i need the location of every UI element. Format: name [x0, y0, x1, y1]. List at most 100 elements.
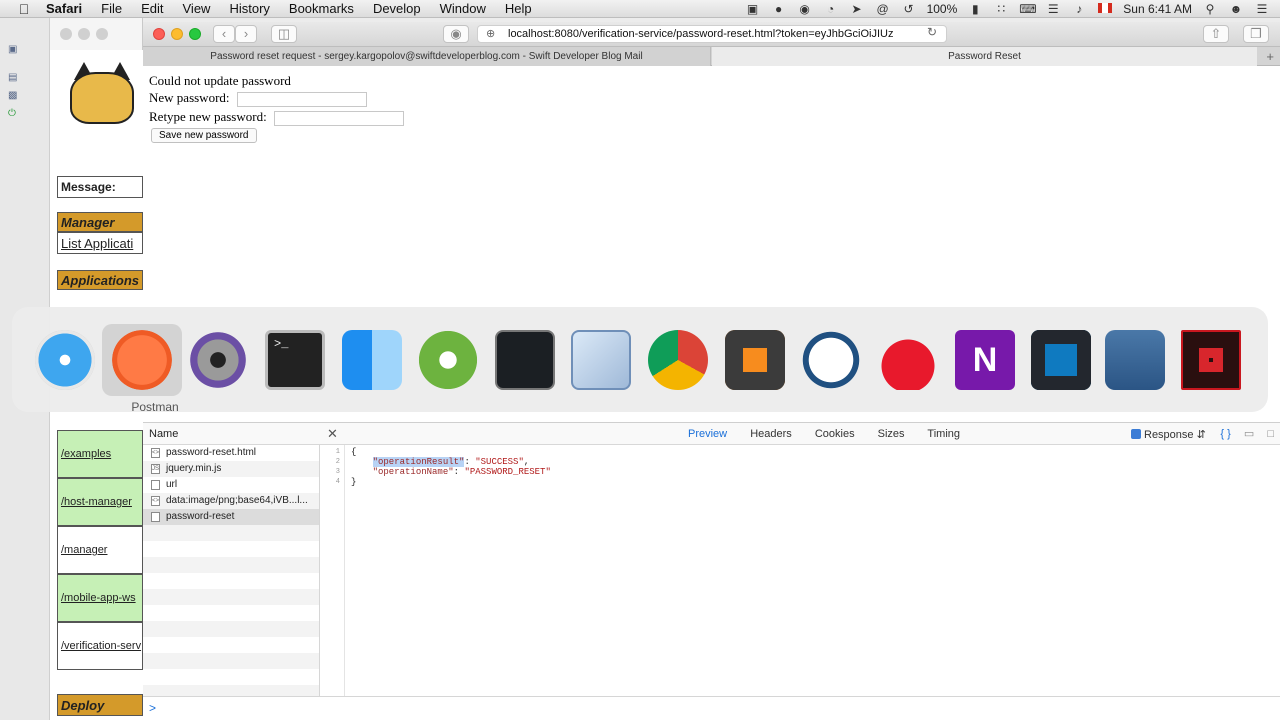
app-virtualbox-icon[interactable] — [568, 327, 634, 393]
spiral-icon[interactable]: @ — [875, 3, 891, 15]
apple-menu-icon[interactable]:  — [16, 1, 32, 17]
menu-help[interactable]: Help — [505, 1, 532, 16]
volume-icon[interactable]: ♪ — [1071, 3, 1087, 15]
share-button[interactable]: ⇧ — [1203, 25, 1229, 43]
tab-mail[interactable]: Password reset request - sergey.kargopol… — [143, 47, 711, 66]
app-link-mobile-app-ws[interactable]: /mobile-app-ws — [57, 574, 143, 622]
sidebar-icon[interactable]: ▤ — [8, 72, 17, 83]
new-password-label: New password: — [149, 90, 230, 105]
sidebar-toggle-button[interactable]: ◫ — [271, 25, 297, 43]
list-item[interactable]: password-reset — [143, 509, 319, 525]
time-machine-icon[interactable]: ↺ — [901, 3, 917, 15]
menu-history[interactable]: History — [229, 1, 269, 16]
tab-cookies[interactable]: Cookies — [815, 428, 855, 440]
app-sublime-text-icon[interactable] — [722, 327, 788, 393]
app-status-icon[interactable]: ● — [771, 3, 787, 15]
app-activity-monitor-icon[interactable] — [492, 327, 558, 393]
app-safari-icon[interactable] — [32, 327, 98, 393]
keyboard-icon[interactable]: ⌨ — [1019, 3, 1036, 15]
json-preview[interactable]: { "operationResult": "SUCCESS", "operati… — [351, 447, 551, 487]
app-finder-icon[interactable] — [339, 327, 405, 393]
close-window-button[interactable] — [153, 28, 165, 40]
save-new-password-button[interactable]: Save new password — [151, 128, 257, 143]
image-file-icon: <> — [151, 496, 160, 506]
wifi-icon[interactable]: ☰ — [1045, 3, 1061, 15]
line-number: 4 — [335, 478, 340, 486]
app-final-cut-pro-icon[interactable] — [185, 327, 251, 393]
menu-view[interactable]: View — [183, 1, 211, 16]
add-bookmark-icon[interactable]: ⊕ — [486, 26, 495, 42]
app-teakettle-icon[interactable] — [875, 327, 941, 393]
menu-develop[interactable]: Develop — [373, 1, 421, 16]
new-password-field[interactable] — [236, 91, 367, 107]
menu-window[interactable]: Window — [440, 1, 486, 16]
list-item[interactable]: <> password-reset.html — [143, 445, 319, 461]
input-source-flag-icon[interactable] — [1097, 3, 1113, 15]
list-item[interactable]: <> data:image/png;base64,iVB...l... — [143, 493, 319, 509]
network-icon[interactable]: ▩ — [8, 90, 17, 101]
forward-button[interactable]: › — [235, 25, 257, 43]
bluetooth-icon[interactable]: ∷ — [993, 3, 1009, 15]
traffic-lights — [153, 28, 207, 43]
app-spring-tool-suite-icon[interactable] — [415, 327, 481, 393]
web-inspector: Name ✕ Preview Headers Cookies Sizes Tim… — [143, 422, 1280, 720]
address-bar[interactable]: ⊕ localhost:8080/verification-service/pa… — [477, 25, 947, 43]
pretty-print-icon[interactable]: { } — [1220, 428, 1230, 440]
tab-password-reset[interactable]: Password Reset — [712, 47, 1257, 66]
app-visual-studio-code-icon[interactable] — [1028, 327, 1094, 393]
user-icon[interactable]: ☻ — [1228, 3, 1244, 15]
tab-timing[interactable]: Timing — [927, 428, 960, 440]
app-link-examples[interactable]: /examples — [57, 430, 143, 478]
battery-icon[interactable]: ▮ — [967, 3, 983, 15]
resource-name: url — [166, 479, 178, 490]
app-adobe-acrobat-icon[interactable] — [1178, 327, 1244, 393]
error-message: Could not update password — [149, 73, 291, 88]
list-applications-link[interactable]: List Applicati — [57, 232, 143, 254]
response-selector[interactable]: Response ⇵ — [1131, 428, 1206, 441]
show-tabs-button[interactable]: ❐ — [1243, 25, 1269, 43]
menu-edit[interactable]: Edit — [141, 1, 163, 16]
app-mysql-workbench-icon[interactable] — [1102, 327, 1168, 393]
app-sourcetree-icon[interactable] — [798, 327, 864, 393]
app-terminal-icon[interactable]: >_ — [262, 327, 328, 393]
list-item[interactable]: JS jquery.min.js — [143, 461, 319, 477]
back-button[interactable]: ‹ — [213, 25, 235, 43]
tab-preview[interactable]: Preview — [688, 428, 727, 440]
minimize-window-button[interactable] — [171, 28, 183, 40]
menu-bookmarks[interactable]: Bookmarks — [289, 1, 354, 16]
clock[interactable]: Sun 6:41 AM — [1123, 2, 1192, 16]
app-google-chrome-icon[interactable] — [645, 327, 711, 393]
close-details-icon[interactable]: ✕ — [327, 426, 338, 442]
bookmark-icon[interactable]: ▣ — [8, 44, 17, 55]
menu-file[interactable]: File — [101, 1, 122, 16]
extension-button[interactable]: ◉ — [443, 25, 469, 43]
power-icon[interactable]: ⏻ — [8, 108, 16, 119]
app-postman-icon[interactable] — [102, 324, 182, 396]
new-tab-icon[interactable]: + — [1266, 47, 1274, 66]
name-column-header[interactable]: Name — [149, 428, 178, 440]
resource-list: <> password-reset.html JS jquery.min.js ur… — [143, 445, 320, 719]
reload-icon[interactable]: ↻ — [927, 25, 937, 39]
app-onenote-icon[interactable]: N — [952, 327, 1018, 393]
menu-safari[interactable]: Safari — [46, 1, 82, 16]
copy-icon[interactable]: □ — [1267, 428, 1274, 440]
tab-headers[interactable]: Headers — [750, 428, 792, 440]
app-link-host-manager[interactable]: /host-manager — [57, 478, 143, 526]
spotlight-search-icon[interactable]: ⚲ — [1202, 3, 1218, 15]
clock-app-icon[interactable]: ◔ — [823, 3, 839, 15]
retype-password-field[interactable] — [273, 110, 404, 126]
app-link-manager[interactable]: /manager — [57, 526, 143, 574]
response-icon — [1131, 429, 1141, 439]
list-item[interactable]: url — [143, 477, 319, 493]
screen-record-icon[interactable]: ▣ — [745, 3, 761, 15]
notification-center-icon[interactable]: ☰ — [1254, 3, 1270, 15]
app-link-verification-service[interactable]: /verification-serv — [57, 622, 143, 670]
tab-sizes[interactable]: Sizes — [878, 428, 905, 440]
console-prompt-bar[interactable]: > — [143, 696, 1280, 720]
app-switcher: Postman >_ N — [12, 307, 1268, 414]
github-icon[interactable]: ◉ — [797, 3, 813, 15]
text-view-icon[interactable]: ▭ — [1244, 428, 1254, 440]
file-icon — [151, 480, 160, 490]
location-icon[interactable]: ➤ — [849, 3, 865, 15]
zoom-window-button[interactable] — [189, 28, 201, 40]
